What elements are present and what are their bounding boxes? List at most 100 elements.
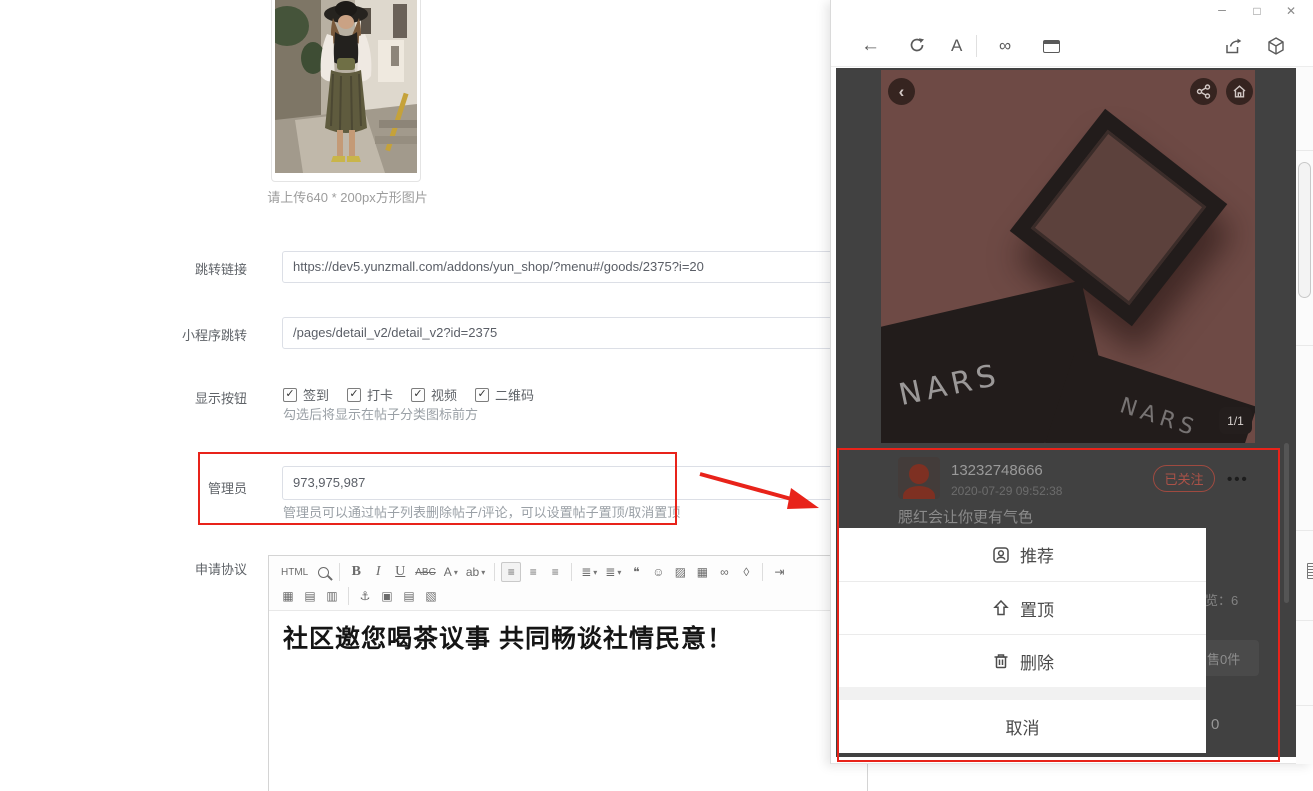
- action-delete[interactable]: 删除: [839, 634, 1206, 687]
- views-count-partial: 览：6: [1205, 590, 1238, 609]
- jump-link-input[interactable]: https://dev5.yunzmall.com/addons/yun_sho…: [282, 251, 860, 283]
- post-username[interactable]: 13232748666: [951, 462, 1043, 479]
- window-toolbar: ← A ∞: [831, 25, 1313, 67]
- post-content-text: 腮红会让你更有气色: [898, 506, 1033, 527]
- window-titlebar[interactable]: – □ ✕: [831, 0, 1313, 25]
- checkbox-checkin[interactable]: ✓ 签到: [283, 385, 329, 404]
- editor-content-area[interactable]: 社区邀您喝茶议事 共同畅谈社情民意！: [269, 611, 867, 663]
- action-pin-top-label: 置顶: [1020, 596, 1054, 621]
- table-row-icon[interactable]: ▤: [300, 586, 320, 606]
- avatar-person-icon: [909, 464, 929, 484]
- table-col-icon[interactable]: ▥: [322, 586, 342, 606]
- insert-link-icon[interactable]: ∞: [714, 562, 734, 582]
- ordered-list-icon[interactable]: ≣▾: [578, 562, 600, 582]
- jump-link-label: 跳转链接: [57, 259, 247, 278]
- unordered-list-icon[interactable]: ≣▾: [602, 562, 624, 582]
- magnifier-icon: [318, 567, 329, 578]
- fashion-photo-illustration: [275, 0, 417, 173]
- window-scroll-strip: [1296, 67, 1313, 764]
- align-right-icon[interactable]: ≡: [545, 562, 565, 582]
- back-icon[interactable]: ←: [861, 25, 880, 67]
- post-timestamp: 2020-07-29 09:52:38: [951, 484, 1062, 498]
- action-pin-top[interactable]: 置顶: [839, 581, 1206, 634]
- uploaded-photo[interactable]: [275, 0, 417, 173]
- anchor-icon[interactable]: ⚓: [355, 586, 375, 606]
- action-sheet: 推荐 置顶 删除 取消: [839, 528, 1206, 753]
- refresh-icon[interactable]: [907, 35, 927, 61]
- miniapp-jump-input[interactable]: /pages/detail_v2/detail_v2?id=2375: [282, 317, 860, 349]
- bold-icon[interactable]: B: [346, 562, 366, 582]
- home-icon: [1232, 84, 1247, 99]
- checkbox-checked-icon: ✓: [411, 388, 425, 402]
- image-pager-badge: 1/1: [1219, 407, 1252, 434]
- action-recommend[interactable]: 推荐: [839, 528, 1206, 581]
- print-icon[interactable]: ▤: [399, 586, 419, 606]
- post-product-image[interactable]: NARS NARS ‹: [881, 70, 1255, 443]
- toolbar-separator: [571, 563, 572, 581]
- page-scroll-indicator: [1284, 443, 1289, 603]
- emoticon-icon[interactable]: ☺: [648, 562, 668, 582]
- paste-icon[interactable]: ▧: [421, 586, 441, 606]
- action-recommend-label: 推荐: [1020, 542, 1054, 567]
- display-buttons-label: 显示按钮: [57, 388, 247, 407]
- checkbox-video[interactable]: ✓ 视频: [411, 385, 457, 404]
- delete-icon: [991, 651, 1011, 671]
- upload-size-hint: 请上传640 * 200px方形图片: [260, 187, 435, 206]
- link-icon[interactable]: ∞: [999, 25, 1011, 67]
- insert-image-icon[interactable]: ▨: [670, 562, 690, 582]
- blockquote-icon[interactable]: ❝: [626, 562, 646, 582]
- action-cancel[interactable]: 取消: [839, 700, 1206, 752]
- checkbox-checked-icon: ✓: [475, 388, 489, 402]
- underline-icon[interactable]: U: [390, 562, 410, 582]
- checkbox-qrcode[interactable]: ✓ 二维码: [475, 385, 534, 404]
- indent-icon[interactable]: ⇥: [769, 562, 789, 582]
- html-source-icon[interactable]: HTML: [278, 562, 311, 582]
- preview-icon[interactable]: [313, 562, 333, 582]
- insert-table-icon[interactable]: ▦: [278, 586, 298, 606]
- avatar[interactable]: [898, 457, 940, 499]
- agreement-heading: 社区邀您喝茶议事 共同畅谈社情民意！: [283, 619, 853, 655]
- checkbox-qrcode-label: 二维码: [495, 385, 534, 404]
- browser-window-icon[interactable]: [1043, 40, 1060, 53]
- comment-count-partial: 0: [1211, 716, 1219, 733]
- toolbar-divider: [976, 35, 977, 57]
- insert-media-icon[interactable]: ▦: [692, 562, 712, 582]
- share-circle-button[interactable]: [1190, 78, 1217, 105]
- strikethrough-icon[interactable]: ABC: [412, 562, 439, 582]
- align-left-icon[interactable]: ≡: [501, 562, 521, 582]
- page-image-icon[interactable]: ▣: [377, 586, 397, 606]
- maximize-button[interactable]: □: [1249, 4, 1265, 18]
- scrollbar-thumb[interactable]: [1298, 162, 1311, 298]
- sold-count-chip: 售0件: [1201, 640, 1259, 676]
- avatar-person-icon: [903, 486, 935, 499]
- share-icon[interactable]: [1223, 36, 1244, 62]
- highlight-color-icon[interactable]: ab▾: [463, 562, 488, 582]
- back-chevron-icon: ‹: [899, 82, 905, 102]
- checkbox-clockin[interactable]: ✓ 打卡: [347, 385, 393, 404]
- align-center-icon[interactable]: ≡: [523, 562, 543, 582]
- brand-logo-text: NARS: [1117, 393, 1202, 442]
- font-color-icon[interactable]: A▾: [441, 562, 461, 582]
- checkbox-checkin-label: 签到: [303, 385, 329, 404]
- admin-input[interactable]: 973,975,987: [282, 466, 860, 500]
- checkbox-checked-icon: ✓: [347, 388, 361, 402]
- checkbox-checked-icon: ✓: [283, 388, 297, 402]
- followed-badge[interactable]: 已关注: [1153, 465, 1215, 492]
- font-icon[interactable]: A: [951, 25, 962, 67]
- cube-icon[interactable]: [1266, 36, 1286, 62]
- home-circle-button[interactable]: [1226, 78, 1253, 105]
- minimize-button[interactable]: –: [1214, 1, 1230, 17]
- remove-format-icon[interactable]: ◊: [736, 562, 756, 582]
- screenshot-root: 请上传640 * 200px方形图片 跳转链接 https://dev5.yun…: [0, 0, 1313, 791]
- share-nodes-icon: [1196, 84, 1211, 99]
- display-buttons-group: ✓ 签到 ✓ 打卡 ✓ 视频 ✓ 二维码: [283, 385, 534, 404]
- back-circle-button[interactable]: ‹: [888, 78, 915, 105]
- sheet-gap: [839, 687, 1206, 700]
- italic-icon[interactable]: I: [368, 562, 388, 582]
- close-button[interactable]: ✕: [1283, 4, 1299, 18]
- toolbar-separator: [762, 563, 763, 581]
- recommend-icon: [991, 545, 1011, 565]
- more-options-icon[interactable]: •••: [1227, 471, 1249, 488]
- rich-text-editor[interactable]: HTML B I U ABC A▾ ab▾ ≡ ≡ ≡ ≣▾ ≣▾ ❝ ☺ ▨ …: [268, 555, 868, 791]
- agreement-label: 申请协议: [57, 559, 247, 578]
